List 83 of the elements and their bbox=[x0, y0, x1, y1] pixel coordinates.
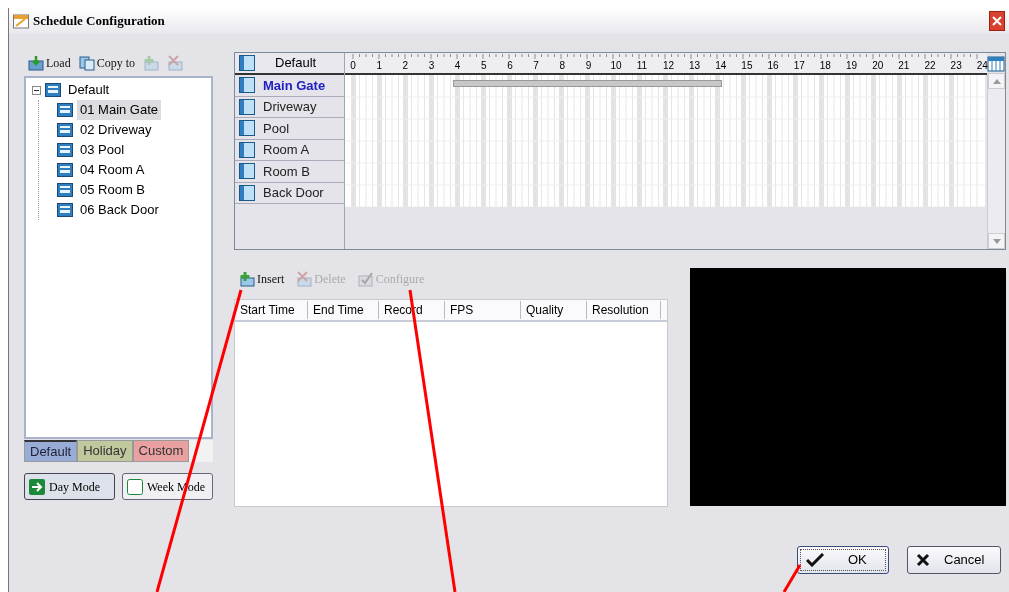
header-label: Default bbox=[275, 54, 317, 73]
hour-label: 9 bbox=[584, 60, 593, 72]
scrollbar[interactable] bbox=[987, 73, 1005, 249]
tree-item[interactable]: 01 Main Gate bbox=[77, 100, 162, 120]
tab[interactable]: Holiday bbox=[77, 440, 133, 462]
action-button[interactable]: Insert bbox=[239, 270, 285, 288]
camera-icon bbox=[57, 143, 73, 157]
column-header[interactable]: Quality bbox=[521, 301, 587, 319]
leader-line bbox=[782, 564, 802, 592]
camera-icon bbox=[57, 123, 73, 137]
download-icon bbox=[28, 55, 44, 71]
tree-item[interactable]: 03 Pool bbox=[77, 140, 128, 160]
tab[interactable]: Default bbox=[24, 440, 78, 462]
hour-label: 22 bbox=[924, 60, 933, 72]
column-header[interactable]: End Time bbox=[308, 301, 379, 319]
schedule-bar[interactable] bbox=[452, 80, 722, 87]
hour-label: 11 bbox=[636, 60, 645, 72]
check-icon bbox=[806, 553, 824, 567]
hour-label: 20 bbox=[872, 60, 881, 72]
panel-icon bbox=[239, 141, 255, 158]
camera-row[interactable]: Room A bbox=[235, 139, 344, 161]
calendar-icon bbox=[13, 13, 29, 29]
remove-icon bbox=[296, 271, 313, 287]
panel-icon bbox=[239, 98, 255, 115]
hour-label: 5 bbox=[480, 60, 488, 72]
hour-label: 8 bbox=[558, 60, 567, 72]
panel-icon bbox=[239, 77, 255, 94]
toolbar-button[interactable]: Load bbox=[28, 54, 71, 72]
collapse-icon[interactable] bbox=[32, 85, 41, 95]
toolbar-button[interactable]: Copy to bbox=[78, 54, 135, 72]
camera-row[interactable]: Room B bbox=[235, 161, 344, 183]
cancel-button[interactable]: Cancel bbox=[907, 546, 1001, 574]
ok-button[interactable]: OK bbox=[797, 546, 889, 574]
hour-label: 2 bbox=[401, 60, 410, 72]
camera-icon bbox=[57, 163, 73, 177]
tree-item[interactable]: 05 Room B bbox=[77, 180, 149, 200]
remove-icon bbox=[167, 55, 183, 71]
mode-button[interactable]: Day Mode bbox=[24, 473, 115, 500]
camera-row[interactable]: Pool bbox=[235, 118, 344, 140]
close-icon bbox=[916, 553, 930, 567]
add-icon bbox=[239, 271, 255, 287]
calendar-icon[interactable] bbox=[987, 55, 1005, 73]
column-header[interactable]: FPS bbox=[445, 301, 521, 319]
camera-row[interactable]: Main Gate bbox=[235, 75, 344, 97]
camera-icon bbox=[57, 183, 73, 197]
camera-row[interactable]: Driveway bbox=[235, 96, 344, 118]
scroll-down-icon[interactable] bbox=[988, 233, 1005, 249]
tree-item[interactable]: 02 Driveway bbox=[77, 120, 155, 140]
panel-icon bbox=[239, 163, 255, 180]
tree-item[interactable]: 04 Room A bbox=[77, 160, 148, 180]
scroll-up-icon[interactable] bbox=[988, 73, 1005, 89]
hour-label: 15 bbox=[741, 60, 750, 72]
hour-label: 16 bbox=[767, 60, 776, 72]
add-icon bbox=[143, 55, 159, 71]
arrow-icon bbox=[29, 478, 45, 495]
hour-label: 14 bbox=[715, 60, 724, 72]
panel-icon bbox=[239, 184, 255, 201]
hour-label: 1 bbox=[375, 60, 383, 72]
square-icon bbox=[127, 478, 143, 495]
window-title: Schedule Configuration bbox=[33, 12, 165, 31]
panel-icon bbox=[239, 120, 255, 137]
hour-label: 0 bbox=[349, 60, 357, 72]
column-header[interactable]: Resolution bbox=[587, 301, 661, 319]
tab[interactable]: Custom bbox=[132, 440, 190, 462]
hour-label: 10 bbox=[610, 60, 619, 72]
hour-label: 7 bbox=[532, 60, 540, 72]
copy-icon bbox=[78, 55, 95, 71]
column-header[interactable]: Start Time bbox=[235, 301, 308, 319]
tree-item[interactable]: 06 Back Door bbox=[77, 200, 162, 220]
hour-label: 4 bbox=[453, 60, 462, 72]
close-button[interactable] bbox=[989, 11, 1005, 31]
panel-icon bbox=[239, 55, 255, 71]
camera-icon bbox=[57, 103, 73, 117]
hour-label: 13 bbox=[689, 60, 698, 72]
tree-item[interactable]: Default bbox=[65, 80, 113, 100]
camera-icon bbox=[57, 203, 73, 217]
close-icon bbox=[992, 16, 1002, 26]
camera-row[interactable]: Back Door bbox=[235, 182, 344, 204]
hour-label: 3 bbox=[427, 60, 436, 72]
hour-label: 6 bbox=[506, 60, 514, 72]
camera-icon bbox=[45, 83, 61, 97]
check-icon bbox=[357, 271, 374, 287]
hour-label: 21 bbox=[898, 60, 907, 72]
